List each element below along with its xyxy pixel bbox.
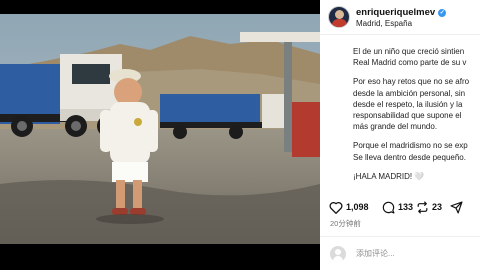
photo-illustration bbox=[0, 14, 320, 244]
send-icon bbox=[450, 200, 463, 214]
repost-count: 23 bbox=[432, 202, 443, 212]
heart-icon bbox=[329, 201, 343, 214]
repost-icon bbox=[417, 200, 428, 214]
like-count: 1,098 bbox=[346, 202, 369, 212]
post-media[interactable] bbox=[0, 0, 320, 270]
location-link[interactable]: Madrid, España bbox=[356, 19, 412, 28]
post-timestamp[interactable]: 20分钟前 bbox=[330, 218, 361, 229]
comment-input[interactable]: 添加评论... bbox=[356, 248, 395, 259]
repost-button[interactable]: 23 bbox=[416, 198, 442, 216]
verified-badge-icon: ✓ bbox=[438, 9, 447, 17]
caption-paragraph: El de un niño que creció sintien Real Mad… bbox=[353, 47, 467, 68]
caption-paragraph: Por eso hay retos que no se afro desde la… bbox=[353, 77, 470, 132]
caption-paragraph: ¡HALA MADRID! 🤍 bbox=[353, 171, 425, 181]
username-link[interactable]: enriqueriquelmev ✓ bbox=[356, 7, 447, 18]
caption-paragraph: Porque el madridismo no se exp Se lleva d… bbox=[353, 141, 468, 162]
post-sidebar: enriqueriquelmev ✓ Madrid, España El de u… bbox=[320, 0, 480, 270]
comment-bar: 添加评论... bbox=[320, 240, 480, 268]
post-header: enriqueriquelmev ✓ Madrid, España bbox=[320, 0, 480, 35]
avatar[interactable] bbox=[328, 6, 350, 28]
comment-count: 133 bbox=[398, 202, 414, 212]
divider bbox=[320, 236, 480, 237]
current-user-avatar bbox=[330, 246, 346, 262]
like-button[interactable]: 1,098 bbox=[329, 198, 369, 216]
share-button[interactable] bbox=[450, 198, 466, 216]
post-actions: 1,098 133 23 bbox=[320, 198, 480, 218]
post-caption: El de un niño que creció sintien Real Mad… bbox=[353, 46, 480, 190]
comment-button[interactable]: 133 bbox=[382, 198, 413, 216]
post-photo[interactable] bbox=[0, 14, 320, 244]
comment-bubble-icon bbox=[382, 201, 395, 214]
